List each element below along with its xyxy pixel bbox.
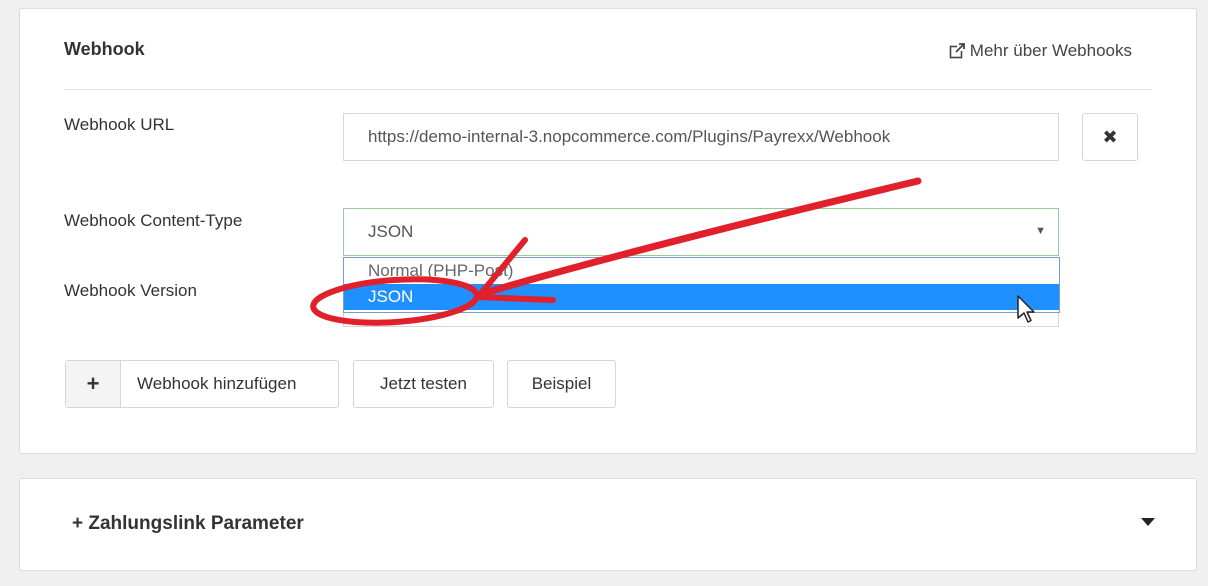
more-link-label: Mehr über Webhooks (969, 41, 1132, 60)
option-json[interactable]: JSON (344, 284, 1059, 310)
test-now-button[interactable]: Jetzt testen (353, 360, 494, 408)
more-about-webhooks-link[interactable]: Mehr über Webhooks (949, 41, 1132, 61)
webhook-content-type-label: Webhook Content-Type (64, 211, 243, 230)
zahlungslink-title[interactable]: + Zahlungslink Parameter (72, 513, 304, 535)
caret-down-icon[interactable] (1140, 517, 1156, 527)
content-type-dropdown: Normal (PHP-Post) JSON (343, 257, 1060, 313)
content-type-value: JSON (368, 222, 414, 241)
zahlungslink-card[interactable]: + Zahlungslink Parameter (19, 478, 1197, 571)
webhook-url-label: Webhook URL (64, 115, 175, 134)
webhook-card: Webhook Mehr über Webhooks Webhook URL h… (19, 8, 1197, 454)
test-now-label: Jetzt testen (380, 374, 467, 393)
content-type-select[interactable]: JSON ▼ (343, 208, 1059, 256)
webhook-url-value: https://demo-internal-3.nopcommerce.com/… (368, 127, 891, 146)
close-icon: ✖ (1102, 126, 1118, 147)
caret-down-icon: ▼ (1035, 225, 1046, 237)
webhook-title: Webhook (64, 39, 145, 59)
webhook-url-input[interactable]: https://demo-internal-3.nopcommerce.com/… (343, 113, 1059, 161)
external-link-icon (949, 43, 965, 59)
example-button[interactable]: Beispiel (507, 360, 616, 408)
add-webhook-button[interactable]: + Webhook hinzufügen (65, 360, 339, 408)
plus-icon: + (66, 361, 121, 407)
divider (64, 89, 1152, 90)
clear-url-button[interactable]: ✖ (1082, 113, 1138, 161)
webhook-version-label: Webhook Version (64, 281, 197, 300)
example-label: Beispiel (531, 374, 592, 393)
option-normal-php-post[interactable]: Normal (PHP-Post) (344, 258, 1059, 284)
add-webhook-label: Webhook hinzufügen (137, 374, 297, 393)
